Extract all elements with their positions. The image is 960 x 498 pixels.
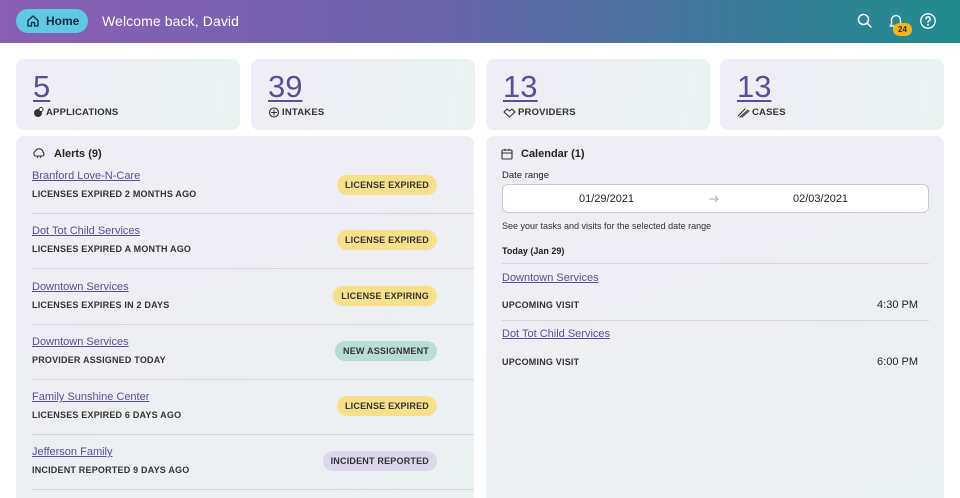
alerts-title: Alerts (9) [54,148,102,160]
date-range-helper-text: See your tasks and visits for the select… [502,221,712,231]
home-button-label: Home [46,14,80,28]
alert-detail: INCIDENT REPORTED 9 DAYS AGO [32,465,190,475]
divider [502,263,929,264]
calendar-panel: Calendar (1) Date range 01/29/2021 02/03… [486,136,944,498]
applications-label: APPLICATIONS [46,107,119,118]
alert-item: Dot Tot Child Services LICENSES EXPIRED … [32,225,474,280]
top-navigation-bar: Home Welcome back, David 24 [0,0,960,43]
notification-count-badge: 24 [893,23,912,36]
intakes-label: INTAKES [282,107,325,118]
alert-provider-link[interactable]: Family Sunshine Center [32,391,149,403]
alert-detail: LICENSES EXPIRED 2 MONTHS AGO [32,189,197,199]
end-date-input[interactable]: 02/03/2021 [793,193,848,205]
divider [502,320,929,321]
providers-icon [503,107,516,118]
search-icon[interactable] [856,12,874,30]
home-icon [26,14,40,28]
alert-provider-link[interactable]: Downtown Services [32,281,129,293]
alert-status-badge: LICENSE EXPIRED [336,175,437,195]
alert-provider-link[interactable]: Dot Tot Child Services [32,225,140,237]
alert-detail: LICENSES EXPIRED 6 DAYS AGO [32,410,182,420]
divider [32,434,474,435]
event-type: UPCOMING VISIT [502,300,580,310]
alerts-icon [32,148,46,160]
welcome-message: Welcome back, David [102,13,240,29]
intakes-count[interactable]: 39 [268,69,302,105]
calendar-icon [501,148,513,160]
event-time: 4:30 PM [877,299,918,311]
applications-icon [33,107,44,118]
alert-status-badge: LICENSE EXPIRED [336,230,437,250]
providers-count[interactable]: 13 [503,69,537,105]
alert-detail: LICENSES EXPIRES IN 2 DAYS [32,300,170,310]
date-range-picker[interactable]: 01/29/2021 02/03/2021 [502,184,929,213]
home-button[interactable]: Home [16,9,88,33]
event-time: 6:00 PM [877,356,918,368]
alert-status-badge: INCIDENT REPORTED [322,451,437,471]
alert-item: Jefferson Family INCIDENT REPORTED 9 DAY… [32,446,474,498]
alert-item: Downtown Services LICENSES EXPIRES IN 2 … [32,281,474,336]
event-type: UPCOMING VISIT [502,357,580,367]
event-provider-link[interactable]: Downtown Services [502,272,599,284]
date-range-label: Date range [502,170,550,181]
event-provider-link[interactable]: Dot Tot Child Services [502,328,610,340]
alert-item: Family Sunshine Center LICENSES EXPIRED … [32,391,474,446]
applications-card[interactable]: 5 APPLICATIONS [16,59,240,130]
applications-count[interactable]: 5 [33,69,50,105]
alerts-panel: Alerts (9) Branford Love-N-Care LICENSES… [16,136,474,498]
providers-label: PROVIDERS [518,107,576,118]
intakes-card[interactable]: 39 INTAKES [251,59,475,130]
alert-provider-link[interactable]: Downtown Services [32,336,129,348]
divider [32,268,474,269]
cases-count[interactable]: 13 [737,69,771,105]
alert-status-badge: LICENSE EXPIRING [333,286,437,306]
alert-detail: LICENSES EXPIRED A MONTH AGO [32,244,192,254]
cases-icon [737,107,750,118]
alert-item: Downtown Services PROVIDER ASSIGNED TODA… [32,336,474,391]
intakes-icon [268,107,280,118]
providers-card[interactable]: 13 PROVIDERS [486,59,710,130]
cases-card[interactable]: 13 CASES [720,59,944,130]
alert-provider-link[interactable]: Jefferson Family [32,446,113,458]
alert-status-badge: NEW ASSIGNMENT [335,341,437,361]
alert-provider-link[interactable]: Branford Love-N-Care [32,170,140,182]
arrow-right-icon [708,194,720,204]
help-icon[interactable] [919,12,937,30]
alert-detail: PROVIDER ASSIGNED TODAY [32,355,166,365]
divider [32,213,474,214]
alert-status-badge: LICENSE EXPIRED [336,396,437,416]
divider [32,489,474,490]
start-date-input[interactable]: 01/29/2021 [579,193,634,205]
alert-item: Branford Love-N-Care LICENSES EXPIRED 2 … [32,170,474,225]
day-heading: Today (Jan 29) [502,246,565,256]
calendar-title: Calendar (1) [521,148,585,160]
divider [32,324,474,325]
cases-label: CASES [752,107,786,118]
divider [32,379,474,380]
